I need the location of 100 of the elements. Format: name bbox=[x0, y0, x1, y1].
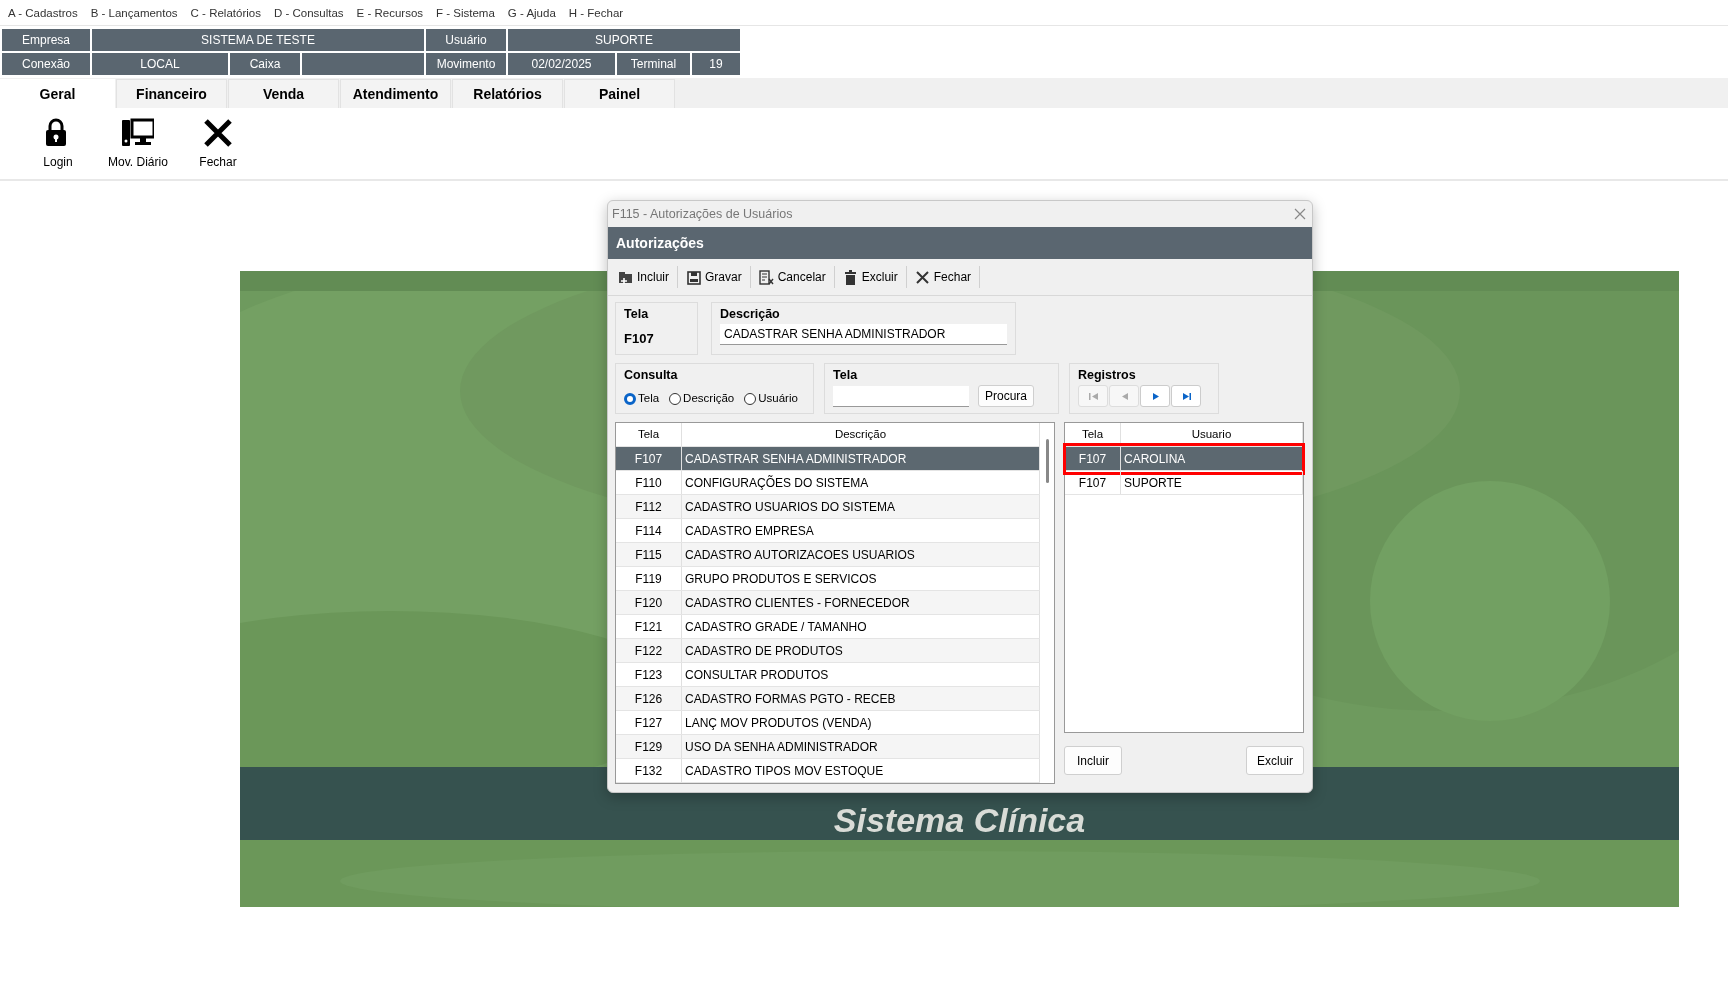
folder-plus-icon bbox=[618, 269, 633, 285]
radio-option[interactable]: Tela bbox=[624, 390, 660, 408]
banner-title: Sistema Clínica bbox=[832, 803, 1087, 837]
ribbon-button[interactable]: Login bbox=[18, 118, 98, 179]
table-cell-text: CONSULTAR PRODUTOS bbox=[685, 666, 829, 684]
table-cell-text: F114 bbox=[635, 522, 662, 540]
table-cell-text: CADASTRO EMPRESA bbox=[685, 522, 814, 540]
table-row[interactable]: F129 USO DA SENHA ADMINISTRADOR bbox=[616, 735, 1040, 760]
info-value: 02/02/2025 bbox=[508, 53, 615, 75]
nav-button[interactable] bbox=[1140, 385, 1170, 407]
menu-item[interactable]: A - Cadastros bbox=[8, 4, 78, 23]
tab[interactable]: Painel bbox=[564, 79, 675, 108]
table-cell-text: CADASTRO AUTORIZACOES USUARIOS bbox=[685, 546, 915, 564]
menu-item[interactable]: H - Fechar bbox=[568, 4, 624, 23]
radio-circle[interactable] bbox=[744, 392, 757, 405]
toolbar-button[interactable]: Fechar bbox=[912, 266, 981, 288]
radio-option[interactable]: Usuário bbox=[744, 390, 798, 408]
table-row[interactable]: F107 SUPORTE bbox=[1065, 471, 1303, 496]
info-value: 19 bbox=[692, 53, 740, 75]
table-row[interactable]: F112 CADASTRO USUARIOS DO SISTEMA bbox=[616, 495, 1040, 520]
window-title: F115 - Autorizações de Usuários bbox=[612, 205, 793, 223]
toolbar-button[interactable]: Excluir bbox=[840, 266, 907, 288]
info-label: Usuário bbox=[426, 29, 506, 51]
table-row[interactable]: F120 CADASTRO CLIENTES - FORNECEDOR bbox=[616, 591, 1040, 616]
close-icon bbox=[914, 269, 930, 285]
nav-button[interactable] bbox=[1171, 385, 1201, 407]
document-x-icon bbox=[758, 269, 774, 285]
table-row[interactable]: F122 CADASTRO DE PRODUTOS bbox=[616, 639, 1040, 664]
computer-icon bbox=[122, 118, 154, 148]
group-label: Registros bbox=[1078, 367, 1137, 385]
tab[interactable]: Venda bbox=[228, 79, 339, 108]
last-icon bbox=[1180, 390, 1192, 402]
table-cell-text: F129 bbox=[634, 738, 663, 756]
table-cell-text: F107 bbox=[634, 450, 663, 468]
table-cell-text: F112 bbox=[635, 498, 662, 516]
table-cell-text: F123 bbox=[634, 666, 663, 684]
radio-circle[interactable] bbox=[624, 392, 636, 405]
table-cell-text: F122 bbox=[634, 642, 663, 660]
tab[interactable]: Geral bbox=[0, 79, 115, 108]
menu-item[interactable]: B - Lançamentos bbox=[90, 4, 178, 23]
info-label: Terminal bbox=[617, 53, 690, 75]
table-cell-text: F110 bbox=[635, 474, 662, 492]
menu-item[interactable]: F - Sistema bbox=[436, 4, 495, 23]
table-cell-text: F121 bbox=[634, 618, 663, 636]
toolbar-button[interactable]: Incluir bbox=[616, 266, 678, 288]
column-header: Descrição bbox=[682, 423, 1040, 447]
menu-item[interactable]: E - Recursos bbox=[356, 4, 424, 23]
trash-icon bbox=[842, 269, 858, 285]
description-field[interactable]: CADASTRAR SENHA ADMINISTRADOR bbox=[720, 323, 1007, 345]
info-value: SISTEMA DE TESTE bbox=[92, 29, 424, 51]
menu-item[interactable]: D - Consultas bbox=[273, 4, 344, 23]
table-cell-text: CADASTRO DE PRODUTOS bbox=[685, 642, 843, 660]
menu-item[interactable]: C - Relatórios bbox=[190, 4, 261, 23]
scrollbar-thumb[interactable] bbox=[1046, 439, 1049, 484]
table-cell-text: F107 bbox=[1078, 450, 1107, 468]
info-value: SUPORTE bbox=[508, 29, 740, 51]
search-field[interactable] bbox=[833, 385, 969, 407]
close-icon bbox=[1294, 208, 1306, 220]
close-icon bbox=[203, 118, 233, 148]
tab[interactable]: Relatórios bbox=[452, 79, 563, 108]
column-header: Tela bbox=[1065, 423, 1121, 447]
table-cell-text: F107 bbox=[1078, 474, 1107, 492]
toolbar-button[interactable]: Gravar bbox=[684, 266, 751, 288]
dialog-button[interactable]: Excluir bbox=[1246, 746, 1304, 776]
toolbar-button[interactable]: Cancelar bbox=[756, 266, 835, 288]
radio-circle[interactable] bbox=[669, 392, 682, 405]
save-icon bbox=[686, 269, 701, 285]
info-label: Movimento bbox=[426, 53, 506, 75]
info-label: Empresa bbox=[2, 29, 90, 51]
ribbon-button[interactable]: Mov. Diário bbox=[98, 118, 178, 179]
table-row[interactable]: F126 CADASTRO FORMAS PGTO - RECEB bbox=[616, 687, 1040, 712]
table-row[interactable]: F132 CADASTRO TIPOS MOV ESTOQUE bbox=[616, 759, 1040, 784]
search-button[interactable]: Procura bbox=[978, 385, 1035, 407]
table-cell-text: F119 bbox=[635, 570, 662, 588]
table-cell-text: CADASTRO FORMAS PGTO - RECEB bbox=[685, 690, 896, 708]
tab[interactable]: Financeiro bbox=[116, 79, 227, 108]
dialog-button[interactable]: Incluir bbox=[1064, 746, 1122, 776]
table-row[interactable]: F115 CADASTRO AUTORIZACOES USUARIOS bbox=[616, 543, 1040, 568]
radio-option[interactable]: Descrição bbox=[669, 390, 735, 408]
close-button[interactable] bbox=[1294, 208, 1306, 220]
ribbon-button[interactable]: Fechar bbox=[178, 118, 258, 179]
menu-item[interactable]: G - Ajuda bbox=[507, 4, 556, 23]
table-cell-text: F126 bbox=[634, 690, 663, 708]
group-label: Consulta bbox=[624, 367, 679, 385]
table-cell-text: F120 bbox=[634, 594, 663, 612]
table-cell-text: CADASTRO USUARIOS DO SISTEMA bbox=[685, 498, 896, 516]
tab[interactable]: Atendimento bbox=[340, 79, 451, 108]
first-icon bbox=[1087, 390, 1099, 402]
table-cell-text: LANÇ MOV PRODUTOS (VENDA) bbox=[685, 714, 872, 732]
column-header: Tela bbox=[616, 423, 682, 447]
column-header: Usuario bbox=[1121, 423, 1303, 447]
table-cell-text: CADASTRO CLIENTES - FORNECEDOR bbox=[685, 594, 910, 612]
field-label: Descrição bbox=[720, 306, 781, 323]
table-cell-text: F132 bbox=[634, 762, 663, 780]
table-cell-text: CONFIGURAÇÕES DO SISTEMA bbox=[685, 474, 869, 492]
info-label: Caixa bbox=[230, 53, 300, 75]
field-value: F107 bbox=[624, 329, 655, 348]
table-row[interactable]: F107 CADASTRAR SENHA ADMINISTRADOR bbox=[616, 447, 1040, 472]
info-value: LOCAL bbox=[92, 53, 228, 75]
table-cell-text: CADASTRO GRADE / TAMANHO bbox=[685, 618, 867, 636]
